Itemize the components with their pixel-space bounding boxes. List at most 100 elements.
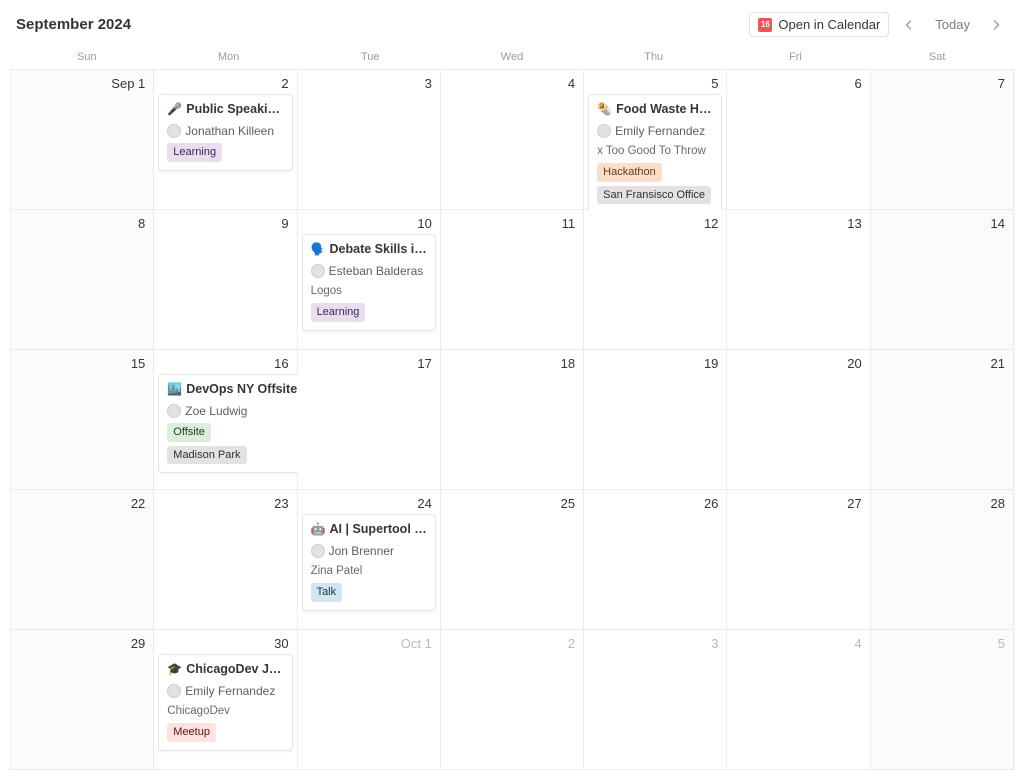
- event-chicago-dev[interactable]: 🎓 ChicagoDev June … Emily Fernandez Chic…: [158, 654, 292, 751]
- day-cell[interactable]: Oct 1: [298, 630, 441, 770]
- day-cell[interactable]: 5 🌯 Food Waste Hack… Emily Fernandez x T…: [584, 70, 727, 210]
- day-cell[interactable]: 26: [584, 490, 727, 630]
- day-cell[interactable]: 17: [298, 350, 441, 490]
- day-cell[interactable]: 28: [871, 490, 1014, 630]
- day-number: 25: [561, 496, 575, 511]
- event-title: Public Speaking f…: [186, 101, 283, 119]
- robot-icon: 🤖: [311, 521, 326, 538]
- day-cell[interactable]: 2: [441, 630, 584, 770]
- day-number: 3: [425, 76, 432, 91]
- day-number: 6: [854, 76, 861, 91]
- event-food-waste-hackathon[interactable]: 🌯 Food Waste Hack… Emily Fernandez x Too…: [588, 94, 722, 213]
- megaphone-icon: 🎤: [167, 101, 182, 118]
- tag-location: Madison Park: [167, 446, 246, 465]
- day-cell[interactable]: 2 🎤 Public Speaking f… Jonathan Killeen …: [154, 70, 297, 210]
- event-person: Jon Brenner: [329, 543, 394, 560]
- open-in-calendar-label: Open in Calendar: [778, 17, 880, 32]
- event-meta: x Too Good To Throw: [597, 143, 713, 159]
- day-number: Oct 1: [401, 636, 432, 651]
- day-cell[interactable]: 10 🗣️ Debate Skills in th… Esteban Balde…: [298, 210, 441, 350]
- day-cell[interactable]: 4: [727, 630, 870, 770]
- weekday-label: Sat: [866, 45, 1008, 69]
- day-cell[interactable]: 29: [11, 630, 154, 770]
- day-cell[interactable]: 5: [871, 630, 1014, 770]
- speaking-icon: 🗣️: [311, 241, 326, 258]
- day-cell[interactable]: 4: [441, 70, 584, 210]
- event-public-speaking[interactable]: 🎤 Public Speaking f… Jonathan Killeen Le…: [158, 94, 292, 171]
- day-cell[interactable]: 13: [727, 210, 870, 350]
- day-cell[interactable]: 20: [727, 350, 870, 490]
- day-number: 27: [847, 496, 861, 511]
- event-ai-supertool[interactable]: 🤖 AI | Supertool or s… Jon Brenner Zina …: [302, 514, 436, 611]
- day-cell[interactable]: 18: [441, 350, 584, 490]
- event-person: Zoe Ludwig: [185, 403, 247, 420]
- day-cell[interactable]: 11: [441, 210, 584, 350]
- day-cell[interactable]: 16 🏙️ DevOps NY Offsite Zoe Ludwig Offsi…: [154, 350, 297, 490]
- day-cell[interactable]: 23: [154, 490, 297, 630]
- event-title: DevOps NY Offsite: [186, 381, 297, 399]
- day-number: 29: [131, 636, 145, 651]
- day-number: 13: [847, 216, 861, 231]
- day-cell[interactable]: 6: [727, 70, 870, 210]
- event-person: Emily Fernandez: [185, 683, 275, 700]
- weekday-label: Thu: [583, 45, 725, 69]
- day-number: 12: [704, 216, 718, 231]
- day-cell[interactable]: 3: [584, 630, 727, 770]
- day-cell[interactable]: 14: [871, 210, 1014, 350]
- day-number: 4: [854, 636, 861, 651]
- day-number: 18: [561, 356, 575, 371]
- day-number: 30: [274, 636, 288, 651]
- day-cell[interactable]: 19: [584, 350, 727, 490]
- day-cell[interactable]: 22: [11, 490, 154, 630]
- tag-hackathon: Hackathon: [597, 163, 662, 182]
- day-number: 5: [998, 636, 1005, 651]
- day-number: 9: [281, 216, 288, 231]
- day-cell[interactable]: 21: [871, 350, 1014, 490]
- prev-month-button[interactable]: [897, 13, 921, 37]
- day-cell[interactable]: 3: [298, 70, 441, 210]
- day-cell[interactable]: Sep 1: [11, 70, 154, 210]
- day-number: 11: [562, 216, 576, 231]
- weekday-label: Tue: [299, 45, 441, 69]
- city-icon: 🏙️: [167, 381, 182, 398]
- day-number: 20: [847, 356, 861, 371]
- event-debate-skills[interactable]: 🗣️ Debate Skills in th… Esteban Balderas…: [302, 234, 436, 331]
- day-cell[interactable]: 30 🎓 ChicagoDev June … Emily Fernandez C…: [154, 630, 297, 770]
- day-number: 28: [991, 496, 1005, 511]
- day-number: 16: [274, 356, 288, 371]
- day-cell[interactable]: 7: [871, 70, 1014, 210]
- event-title: Food Waste Hack…: [616, 101, 713, 119]
- event-title: Debate Skills in th…: [330, 241, 427, 259]
- day-cell[interactable]: 15: [11, 350, 154, 490]
- avatar: [311, 264, 325, 278]
- day-number: 15: [131, 356, 145, 371]
- day-cell[interactable]: 27: [727, 490, 870, 630]
- header-actions: 16 Open in Calendar Today: [749, 12, 1008, 37]
- weekday-header: Sun Mon Tue Wed Thu Fri Sat: [0, 45, 1024, 69]
- event-title: ChicagoDev June …: [186, 661, 283, 679]
- day-number: 17: [417, 356, 431, 371]
- day-number: 2: [281, 76, 288, 91]
- avatar: [311, 544, 325, 558]
- day-number: 10: [417, 216, 431, 231]
- day-number: 23: [274, 496, 288, 511]
- event-meta: Logos: [311, 283, 427, 299]
- chevron-right-icon: [990, 19, 1002, 31]
- day-number: 19: [704, 356, 718, 371]
- tag-meetup: Meetup: [167, 723, 216, 742]
- next-month-button[interactable]: [984, 13, 1008, 37]
- open-in-calendar-button[interactable]: 16 Open in Calendar: [749, 12, 889, 37]
- day-number: 4: [568, 76, 575, 91]
- day-cell[interactable]: 25: [441, 490, 584, 630]
- day-number: 21: [991, 356, 1005, 371]
- tag-learning: Learning: [311, 303, 366, 322]
- calendar-icon: 16: [758, 18, 772, 32]
- day-cell[interactable]: 24 🤖 AI | Supertool or s… Jon Brenner Zi…: [298, 490, 441, 630]
- calendar-grid: Sep 1 2 🎤 Public Speaking f… Jonathan Ki…: [10, 69, 1014, 770]
- today-button[interactable]: Today: [929, 15, 976, 34]
- day-cell[interactable]: 8: [11, 210, 154, 350]
- tag-location: San Fransisco Office: [597, 186, 711, 205]
- day-cell[interactable]: 12: [584, 210, 727, 350]
- day-cell[interactable]: 9: [154, 210, 297, 350]
- day-number: 7: [998, 76, 1005, 91]
